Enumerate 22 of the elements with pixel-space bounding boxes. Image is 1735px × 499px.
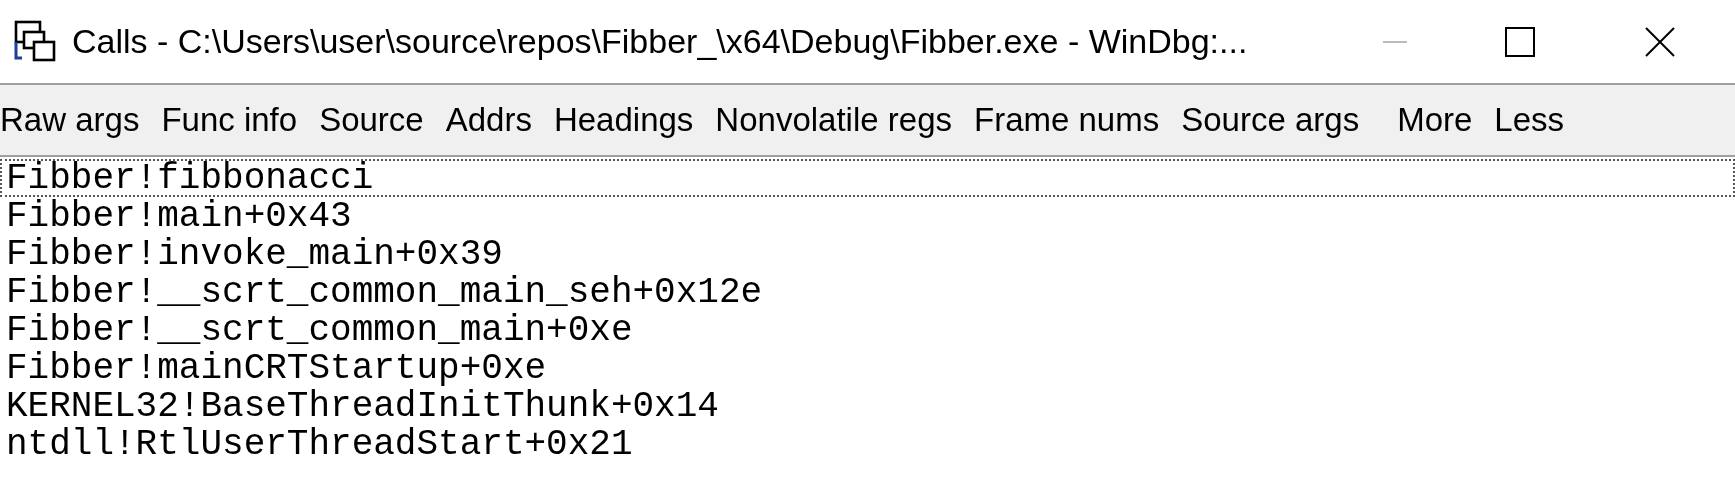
- minimize-icon: [1383, 40, 1407, 43]
- stack-frame[interactable]: Fibber!__scrt_common_main+0xe: [0, 311, 1735, 349]
- toolbar-button[interactable]: More: [1397, 95, 1473, 145]
- stack-frame[interactable]: Fibber!__scrt_common_main_seh+0x12e: [0, 273, 1735, 311]
- toolbar-button[interactable]: Func info: [161, 95, 298, 145]
- toolbar-button[interactable]: Addrs: [445, 95, 532, 145]
- stack-frame[interactable]: KERNEL32!BaseThreadInitThunk+0x14: [0, 387, 1735, 425]
- maximize-icon: [1505, 26, 1535, 57]
- stack-frame[interactable]: ntdll!RtlUserThreadStart+0x21: [0, 425, 1735, 463]
- toolbar-button[interactable]: Less: [1494, 95, 1565, 145]
- toolbar-button[interactable]: Raw args: [0, 95, 140, 145]
- toolbar-button[interactable]: Source: [319, 95, 424, 145]
- window-title: Calls - C:\Users\user\source\repos\Fibber_\x64\Debug\Fibber.exe - WinDbg:...: [72, 21, 1248, 62]
- stack-frame[interactable]: Fibber!main+0x43: [0, 197, 1735, 235]
- stack-frame[interactable]: Fibber!mainCRTStartup+0xe: [0, 349, 1735, 387]
- toolbar-button[interactable]: Nonvolatile regs: [715, 95, 952, 145]
- toolbar-button[interactable]: Frame nums: [974, 95, 1160, 145]
- toolbar-button[interactable]: Source args: [1181, 95, 1360, 145]
- stack-frame[interactable]: Fibber!fibbonacci: [0, 159, 1735, 197]
- close-icon: [1645, 26, 1675, 57]
- toolbar-button[interactable]: Headings: [553, 95, 694, 145]
- stack-frame[interactable]: Fibber!invoke_main+0x39: [0, 235, 1735, 273]
